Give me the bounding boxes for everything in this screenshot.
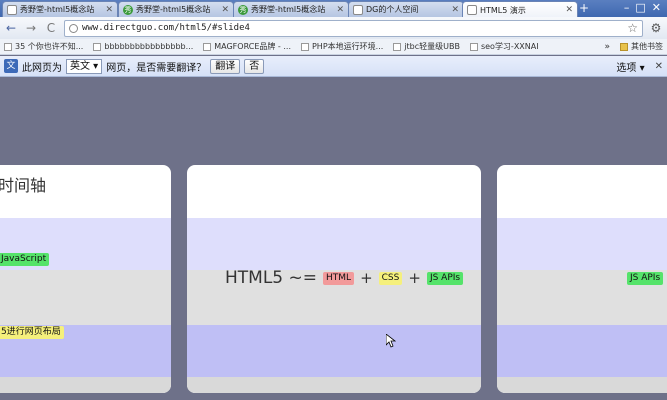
new-tab-button[interactable]: + <box>576 2 592 15</box>
plus-sign: + <box>360 269 373 287</box>
close-icon[interactable]: ✕ <box>655 61 663 72</box>
slide-band <box>0 270 171 325</box>
tab-label: 秀野堂-html5概念站 <box>136 5 211 14</box>
close-icon[interactable]: ✕ <box>221 5 229 15</box>
tab-5-active[interactable]: HTML5 演示 ✕ <box>462 1 578 18</box>
html5-equation: HTML5 ~= HTML + CSS + JS APIs <box>225 268 464 288</box>
mouse-cursor-icon <box>386 334 396 348</box>
close-icon[interactable]: ✕ <box>336 5 344 15</box>
slide-band <box>497 325 667 377</box>
close-icon[interactable]: ✕ <box>105 5 113 15</box>
js-apis-tag: JS APIs <box>426 271 464 285</box>
slide-title: 时间轴 <box>0 176 47 195</box>
css-tag: CSS <box>378 271 403 285</box>
page-icon <box>353 4 363 15</box>
translate-button[interactable]: 翻译 <box>210 58 241 74</box>
translate-infobar: 文 此网页为 英文 ▾ 网页，是否需要翻译？ 翻译 否 选项 ▾ ✕ <box>0 56 667 77</box>
page-icon <box>7 4 17 15</box>
close-icon[interactable]: ✕ <box>451 5 459 15</box>
translate-prefix: 此网页为 <box>22 62 62 74</box>
slide-band <box>497 218 667 270</box>
tab-4[interactable]: DG的个人空间 ✕ <box>348 1 464 17</box>
tab-label: 秀野堂-html5概念站 <box>251 5 326 14</box>
page-icon <box>393 42 402 51</box>
bookmark-item[interactable]: seo学习-XXNAI <box>469 41 539 52</box>
slide-band <box>187 377 481 393</box>
close-window-button[interactable]: ✕ <box>652 0 661 15</box>
address-bar[interactable]: www.directguo.com/html5/#slide4 ☆ <box>63 19 644 37</box>
bookmarks-bar: 35 个你也许不知... bbbbbbbbbbbbbbbb... MAGFORC… <box>0 39 667 55</box>
bookmark-item[interactable]: 35 个你也许不知... <box>4 41 83 52</box>
bookmark-label: PHP本地运行环境... <box>311 42 384 51</box>
bookmark-label: jtbc轻量级UBB <box>404 42 460 51</box>
other-bookmarks[interactable]: 其他书签 <box>620 41 663 52</box>
tab-label: DG的个人空间 <box>366 5 419 14</box>
tab-2[interactable]: 秀 秀野堂-html5概念站 ✕ <box>118 1 234 17</box>
tab-1[interactable]: 秀野堂-html5概念站 ✕ <box>2 1 118 17</box>
slide-current[interactable]: HTML5 ~= HTML + CSS + JS APIs <box>187 165 481 393</box>
translate-options-button[interactable]: 选项 ▾ <box>616 59 644 74</box>
close-icon[interactable]: ✕ <box>565 5 573 15</box>
bookmark-item[interactable]: MAGFORCE品牌 - ... <box>203 41 291 52</box>
bookmark-item[interactable]: PHP本地运行环境... <box>300 41 384 52</box>
back-button[interactable]: ← <box>4 21 18 35</box>
slide-band <box>187 325 481 377</box>
bookmarks-overflow-button[interactable]: » <box>604 42 610 52</box>
bookmark-label: bbbbbbbbbbbbbbbb... <box>104 42 194 51</box>
navigation-toolbar: ← → C www.directguo.com/html5/#slide4 ☆ … <box>0 17 667 39</box>
page-info-icon[interactable] <box>68 23 78 33</box>
tab-label: 秀野堂-html5概念站 <box>20 5 95 14</box>
forward-button[interactable]: → <box>24 21 38 35</box>
slide-next[interactable]: JS APIs <box>497 165 667 393</box>
maximize-button[interactable]: □ <box>635 0 645 15</box>
slide-band <box>497 377 667 393</box>
url-text[interactable]: www.directguo.com/html5/#slide4 <box>82 23 623 33</box>
layout-tag: 5进行网页布局 <box>0 326 64 339</box>
page-icon <box>203 42 212 51</box>
page-icon <box>467 5 477 15</box>
tab-3[interactable]: 秀 秀野堂-html5概念站 ✕ <box>233 1 349 17</box>
bookmark-item[interactable]: jtbc轻量级UBB <box>393 41 460 52</box>
slide-previous[interactable]: 时间轴 JavaScript 5进行网页布局 <box>0 165 171 393</box>
page-icon <box>469 42 478 51</box>
bookmark-star-icon[interactable]: ☆ <box>627 21 638 35</box>
bookmark-item[interactable]: bbbbbbbbbbbbbbbb... <box>93 42 193 51</box>
bookmark-label: seo学习-XXNAI <box>480 42 539 51</box>
folder-icon <box>620 42 628 51</box>
slide-band <box>187 218 481 270</box>
page-icon <box>300 42 309 51</box>
javascript-tag: JavaScript <box>0 253 50 266</box>
html-tag: HTML <box>323 271 355 285</box>
translate-question: 网页，是否需要翻译？ <box>106 62 207 74</box>
language-select[interactable]: 英文 ▾ <box>66 58 103 74</box>
bookmark-label: 其他书签 <box>631 42 663 51</box>
reload-button[interactable]: C <box>44 21 58 35</box>
page-icon <box>93 42 102 51</box>
slide-band <box>0 377 171 393</box>
bookmark-label: 35 个你也许不知... <box>15 42 84 51</box>
wrench-menu-icon[interactable]: ⚙ <box>649 21 663 35</box>
plus-sign: + <box>408 269 421 287</box>
minimize-button[interactable]: – <box>624 0 630 15</box>
bookmark-label: MAGFORCE品牌 - ... <box>214 42 291 51</box>
site-icon: 秀 <box>238 4 248 15</box>
translate-icon: 文 <box>4 59 18 73</box>
equation-lead: HTML5 ~= <box>225 268 318 288</box>
tab-strip: 秀野堂-html5概念站 ✕ 秀 秀野堂-html5概念站 ✕ 秀 秀野堂-ht… <box>0 0 667 18</box>
js-apis-tag: JS APIs <box>627 272 664 285</box>
no-translate-button[interactable]: 否 <box>244 58 265 74</box>
tab-label: HTML5 演示 <box>480 5 526 15</box>
window-controls: – □ ✕ <box>624 0 661 15</box>
page-icon <box>4 42 12 51</box>
site-icon: 秀 <box>123 4 133 15</box>
